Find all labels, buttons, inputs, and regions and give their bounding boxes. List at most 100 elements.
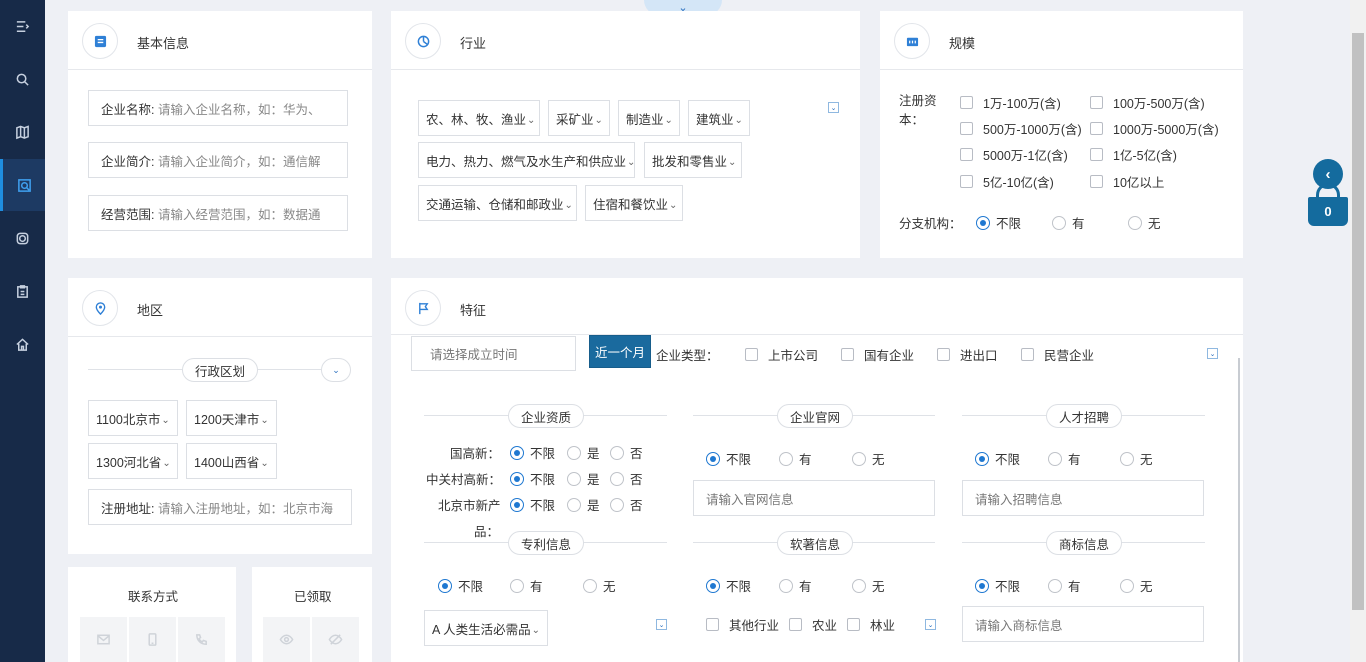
checkbox[interactable]	[960, 175, 973, 188]
trademark-radio-no[interactable]: 无	[1120, 576, 1153, 595]
industry-select-transport[interactable]: 交通运输、仓储和邮政业 ⌄	[418, 185, 577, 221]
expand-region-toggle[interactable]: ⌄	[321, 358, 351, 382]
map-icon[interactable]	[0, 106, 45, 158]
bj-product-radio-no[interactable]: 否	[610, 495, 643, 514]
website-radio-yes[interactable]: 有	[779, 449, 812, 468]
capital-option[interactable]: 10亿以上	[1090, 172, 1164, 191]
website-radio-unlimited[interactable]: 不限	[706, 449, 751, 468]
capital-option[interactable]: 100万-500万(含)	[1090, 93, 1205, 112]
software-radio-no[interactable]: 无	[852, 576, 885, 595]
expand-toggle-icon[interactable]: ⌄	[1207, 348, 1218, 359]
registered-address-input[interactable]: 注册地址: 请输入注册地址，如：北京市海	[88, 489, 352, 525]
software-radio-yes[interactable]: 有	[779, 576, 812, 595]
industry-select-hospitality[interactable]: 住宿和餐饮业 ⌄	[585, 185, 683, 221]
page-scrollbar-thumb[interactable]	[1352, 33, 1364, 610]
recruit-radio-no[interactable]: 无	[1120, 449, 1153, 468]
view-button[interactable]	[263, 617, 310, 662]
checkbox[interactable]	[960, 96, 973, 109]
software-check-other[interactable]: 其他行业	[706, 615, 779, 634]
gaoxin-radio-no[interactable]: 否	[610, 443, 643, 462]
checkbox[interactable]	[1021, 348, 1034, 361]
founding-date-input[interactable]: 请选择成立时间	[411, 336, 576, 371]
branch-radio-unlimited[interactable]: 不限	[976, 213, 1021, 232]
checkbox[interactable]	[1090, 122, 1103, 135]
software-check-agriculture[interactable]: 农业	[789, 615, 837, 634]
zgc-radio-no[interactable]: 否	[610, 469, 643, 488]
province-select-hebei[interactable]: 1300河北省 ⌄	[88, 443, 178, 479]
website-input[interactable]: 请输入官网信息	[693, 480, 935, 516]
expand-toggle-icon[interactable]: ⌄	[925, 619, 936, 630]
checkbox[interactable]	[847, 618, 860, 631]
expand-toggle-icon[interactable]: ⌄	[656, 619, 667, 630]
trademark-radio-yes[interactable]: 有	[1048, 576, 1081, 595]
website-radio-no[interactable]: 无	[852, 449, 885, 468]
collapse-menu-icon[interactable]	[0, 0, 45, 52]
patent-category-select[interactable]: A 人类生活必需品 ⌄	[424, 610, 548, 646]
clipboard-icon[interactable]	[0, 265, 45, 317]
selection-basket[interactable]: ‹ 0	[1308, 159, 1348, 227]
business-scope-input[interactable]: 经营范围: 请输入经营范围，如：数据通	[88, 195, 348, 231]
trademark-input[interactable]: 请输入商标信息	[962, 606, 1204, 642]
province-select-beijing[interactable]: 1100北京市 ⌄	[88, 400, 178, 436]
industry-select-utilities[interactable]: 电力、热力、燃气及水生产和供应业 ⌄	[418, 142, 635, 178]
patent-radio-unlimited[interactable]: 不限	[438, 576, 483, 595]
inner-scrollbar[interactable]	[1238, 358, 1240, 662]
industry-select-mining[interactable]: 采矿业 ⌄	[548, 100, 610, 136]
capital-option[interactable]: 500万-1000万(含)	[960, 119, 1082, 138]
patent-radio-yes[interactable]: 有	[510, 576, 543, 595]
zgc-radio-unlimited[interactable]: 不限	[510, 469, 555, 488]
province-select-tianjin[interactable]: 1200天津市 ⌄	[186, 400, 277, 436]
checkbox[interactable]	[1090, 148, 1103, 161]
software-check-forestry[interactable]: 林业	[847, 615, 895, 634]
recruit-input[interactable]: 请输入招聘信息	[962, 480, 1204, 516]
checkbox[interactable]	[789, 618, 802, 631]
capital-option[interactable]: 1亿-5亿(含)	[1090, 145, 1177, 164]
capital-option[interactable]: 5000万-1亿(含)	[960, 145, 1068, 164]
bj-product-radio-unlimited[interactable]: 不限	[510, 495, 555, 514]
province-select-shanxi[interactable]: 1400山西省 ⌄	[186, 443, 277, 479]
gaoxin-radio-unlimited[interactable]: 不限	[510, 443, 555, 462]
recent-month-button[interactable]: 近一个月	[589, 335, 651, 368]
company-search-icon[interactable]	[0, 159, 45, 211]
checkbox[interactable]	[960, 148, 973, 161]
admin-division-pill[interactable]: 行政区划	[182, 358, 259, 382]
recruit-radio-yes[interactable]: 有	[1048, 449, 1081, 468]
expand-toggle-icon[interactable]: ⌄	[828, 102, 839, 113]
capital-option[interactable]: 5亿-10亿(含)	[960, 172, 1054, 191]
patent-radio-no[interactable]: 无	[583, 576, 616, 595]
company-type-private[interactable]: 民营企业	[1021, 345, 1094, 364]
bj-product-radio-yes[interactable]: 是	[567, 495, 600, 514]
hide-button[interactable]	[312, 617, 359, 662]
telephone-button[interactable]	[178, 617, 225, 662]
company-name-input[interactable]: 企业名称: 请输入企业名称，如：华为、	[88, 90, 348, 126]
branch-radio-no[interactable]: 无	[1128, 213, 1161, 232]
company-type-listed[interactable]: 上市公司	[745, 345, 818, 364]
checkbox[interactable]	[960, 122, 973, 135]
settings-icon[interactable]	[0, 212, 45, 264]
checkbox[interactable]	[706, 618, 719, 631]
industry-select-agriculture[interactable]: 农、林、牧、渔业 ⌄	[418, 100, 540, 136]
software-radio-unlimited[interactable]: 不限	[706, 576, 751, 595]
checkbox[interactable]	[841, 348, 854, 361]
capital-option[interactable]: 1万-100万(含)	[960, 93, 1061, 112]
company-type-state[interactable]: 国有企业	[841, 345, 914, 364]
checkbox[interactable]	[1090, 96, 1103, 109]
industry-select-construction[interactable]: 建筑业 ⌄	[688, 100, 750, 136]
checkbox[interactable]	[745, 348, 758, 361]
home-icon[interactable]	[0, 318, 45, 370]
email-button[interactable]	[80, 617, 127, 662]
search-icon[interactable]	[0, 53, 45, 105]
recruit-radio-unlimited[interactable]: 不限	[975, 449, 1020, 468]
zgc-radio-yes[interactable]: 是	[567, 469, 600, 488]
capital-option[interactable]: 1000万-5000万(含)	[1090, 119, 1219, 138]
checkbox[interactable]	[937, 348, 950, 361]
trademark-radio-unlimited[interactable]: 不限	[975, 576, 1020, 595]
company-type-import-export[interactable]: 进出口	[937, 345, 998, 364]
checkbox[interactable]	[1090, 175, 1103, 188]
branch-radio-yes[interactable]: 有	[1052, 213, 1085, 232]
gaoxin-radio-yes[interactable]: 是	[567, 443, 600, 462]
company-intro-input[interactable]: 企业简介: 请输入企业简介，如：通信解	[88, 142, 348, 178]
industry-select-manufacturing[interactable]: 制造业 ⌄	[618, 100, 680, 136]
mobile-button[interactable]	[129, 617, 176, 662]
industry-select-wholesale[interactable]: 批发和零售业 ⌄	[644, 142, 742, 178]
